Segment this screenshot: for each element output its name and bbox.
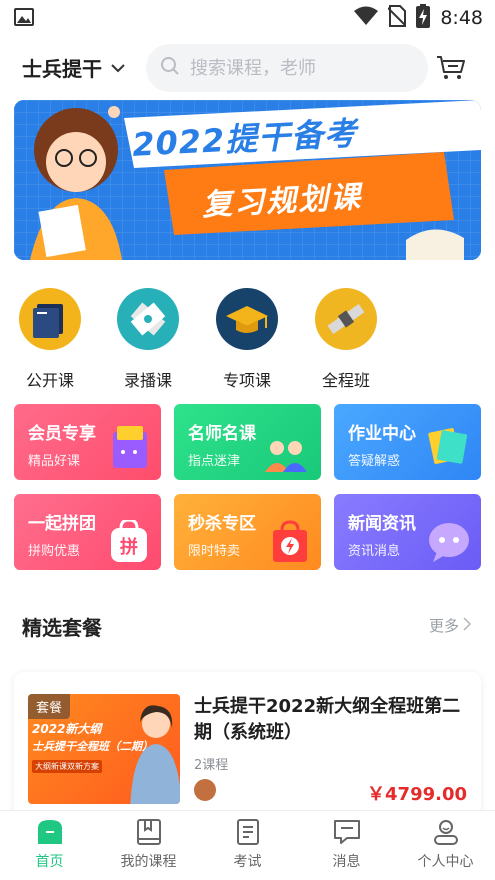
tile-title: 新闻资讯 <box>348 514 416 534</box>
svg-text:拼: 拼 <box>120 536 138 558</box>
thumbnail-line3: 大纲新课双新方案 <box>32 760 102 773</box>
category-label: 全程班 <box>321 371 370 390</box>
package-tag: 套餐 <box>28 694 71 719</box>
teachers-icon <box>263 438 309 476</box>
film-icon <box>117 288 179 350</box>
chevron-down-icon <box>110 58 126 77</box>
tile-subtitle: 答疑解惑 <box>348 454 401 469</box>
tile-title: 作业中心 <box>348 424 416 444</box>
nav-profile[interactable]: 个人中心 <box>396 811 495 880</box>
more-link[interactable]: 更多 <box>428 615 472 636</box>
tile-flash-sale[interactable]: 秒杀专区 限时特卖 <box>174 494 321 570</box>
cart-button[interactable] <box>436 55 466 85</box>
notebook-icon <box>425 424 469 472</box>
group-buy-bag-icon: 拼 <box>109 518 149 568</box>
section-title: 精选套餐 <box>22 616 102 640</box>
tile-news[interactable]: 新闻资讯 资讯消息 <box>334 494 481 570</box>
tile-subtitle: 限时特卖 <box>188 544 241 559</box>
search-input[interactable] <box>190 57 410 79</box>
nav-label: 首页 <box>35 854 64 870</box>
nav-label: 考试 <box>233 854 262 870</box>
nav-home[interactable]: 首页 <box>0 811 99 880</box>
tile-famous-teacher[interactable]: 名师名课 指点迷津 <box>174 404 321 480</box>
message-icon <box>297 817 396 847</box>
category-open-course[interactable]: 公开课 <box>10 288 90 391</box>
thumbnail-line2: 士兵提干全程班（二期） <box>32 740 153 753</box>
more-label: 更多 <box>428 617 459 635</box>
category-label: 专项课 <box>222 371 271 390</box>
search-icon <box>160 56 180 80</box>
search-bar[interactable] <box>146 44 428 92</box>
gift-bag-icon <box>109 424 149 472</box>
home-icon <box>0 817 99 847</box>
battery-charging-icon <box>416 4 431 32</box>
no-sim-icon <box>387 5 408 31</box>
promo-banner[interactable]: 2022提干备考 复习规划课 <box>14 100 481 260</box>
tile-subtitle: 拼购优惠 <box>28 544 81 559</box>
graduation-cap-icon <box>216 288 278 350</box>
category-full-course[interactable]: 全程班 <box>306 288 386 391</box>
nav-exam[interactable]: 考试 <box>198 811 297 880</box>
category-row: 公开课 录播课 专项课 全程班 <box>0 288 495 391</box>
top-header: 士兵提干 <box>0 40 495 96</box>
package-title: 士兵提干2022新大纲全程班第二期（系统班） <box>194 696 461 743</box>
bottom-nav: 首页 我的课程 考试 消息 个人中心 <box>0 810 495 880</box>
flash-sale-bag-icon <box>271 520 309 568</box>
package-card[interactable]: 套餐 2022新大纲 士兵提干全程班（二期） 大纲新课双新方案 士兵提干2022… <box>14 672 481 822</box>
exam-paper-icon <box>198 817 297 847</box>
tile-group-buy[interactable]: 一起拼团 拼购优惠 拼 <box>14 494 161 570</box>
cart-icon <box>436 56 466 85</box>
tile-title: 会员专享 <box>28 424 96 444</box>
tile-subtitle: 指点迷津 <box>188 454 241 469</box>
status-bar: 8:48 <box>0 0 495 34</box>
category-special-course[interactable]: 专项课 <box>207 288 287 391</box>
nav-label: 消息 <box>332 854 361 870</box>
gallery-notification-icon <box>14 8 34 30</box>
tile-homework-center[interactable]: 作业中心 答疑解惑 <box>334 404 481 480</box>
bookmark-book-icon <box>99 817 198 847</box>
banner-subheadline: 复习规划课 <box>201 179 363 224</box>
package-price: ￥4799.00 <box>367 784 467 805</box>
tile-subtitle: 资讯消息 <box>348 544 401 559</box>
teacher-avatar <box>194 779 216 801</box>
tile-member-exclusive[interactable]: 会员专享 精品好课 <box>14 404 161 480</box>
tile-title: 名师名课 <box>188 424 256 444</box>
category-recorded-course[interactable]: 录播课 <box>108 288 188 391</box>
thumbnail-line1: 2022新大纲 <box>32 722 102 736</box>
profile-icon <box>396 817 495 847</box>
chevron-right-icon <box>463 616 472 635</box>
clock-time: 8:48 <box>440 7 483 29</box>
tile-subtitle: 精品好课 <box>28 454 81 469</box>
exam-type-selector[interactable]: 士兵提干 <box>22 53 126 82</box>
book-icon <box>19 288 81 350</box>
wifi-icon <box>354 6 379 30</box>
nav-messages[interactable]: 消息 <box>297 811 396 880</box>
nav-label: 我的课程 <box>120 854 177 870</box>
package-thumbnail: 套餐 2022新大纲 士兵提干全程班（二期） 大纲新课双新方案 <box>28 694 180 804</box>
tile-title: 一起拼团 <box>28 514 96 534</box>
course-count: 2课程 <box>194 758 229 773</box>
chat-bubble-icon <box>427 522 471 566</box>
satellite-icon <box>315 288 377 350</box>
category-label: 公开课 <box>25 371 74 390</box>
tile-title: 秒杀专区 <box>188 514 256 534</box>
nav-my-courses[interactable]: 我的课程 <box>99 811 198 880</box>
category-label: 录播课 <box>123 371 172 390</box>
nav-label: 个人中心 <box>417 854 474 870</box>
exam-type-label: 士兵提干 <box>22 57 102 81</box>
